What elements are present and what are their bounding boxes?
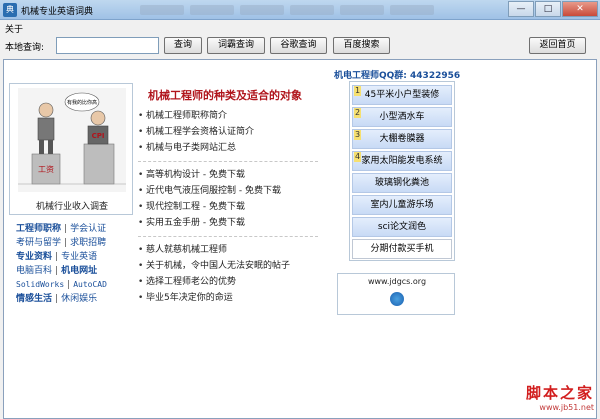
divider bbox=[138, 161, 318, 162]
ad-list-box: 1 45平米小户型装修 2 小型洒水车 3 大棚卷膜器 4 家用太阳能发电系统 玻璃钢化… bbox=[349, 81, 455, 261]
article-group-2: 高等机构设计 - 免费下载 近代电气液压伺服控制 - 免费下载 现代控制工程 -… bbox=[134, 167, 334, 231]
download-link[interactable]: 现代控制工程 - 免费下载 bbox=[134, 199, 334, 215]
google-query-button[interactable]: 谷歌查询 bbox=[270, 37, 327, 54]
home-button[interactable]: 返回首页 bbox=[529, 37, 586, 54]
menu-about[interactable]: 关于 bbox=[5, 22, 23, 35]
income-survey-caption[interactable]: 机械行业收入调查 bbox=[10, 199, 134, 212]
download-link[interactable]: 高等机构设计 - 免费下载 bbox=[134, 167, 334, 183]
featured-article-title[interactable]: 机械工程师的种类及适合的对象 bbox=[148, 87, 334, 103]
link-solidworks[interactable]: SolidWorks bbox=[16, 278, 64, 292]
download-link[interactable]: 实用五金手册 - 免费下载 bbox=[134, 215, 334, 231]
ad-item-installment-phone[interactable]: 分期付款买手机 bbox=[352, 239, 452, 259]
article-link[interactable]: 慈人就慈机械工程师 bbox=[134, 242, 334, 258]
wage-vs-cpi-cartoon: 工资 有我的比你高 CPI bbox=[18, 88, 126, 192]
watermark: 脚本之家 www.jb51.net bbox=[500, 382, 596, 416]
link-emotional-life[interactable]: 情感生活 bbox=[16, 292, 52, 306]
app-icon: 典 bbox=[3, 3, 17, 17]
article-link[interactable]: 机械工程师职称简介 bbox=[134, 108, 334, 124]
ad-item[interactable]: sci论文润色 bbox=[352, 217, 452, 237]
article-link[interactable]: 机械工程学会资格认证简介 bbox=[134, 124, 334, 140]
left-link-list: 工程师职称 | 学会认证 考研与留学 | 求职招聘 专业资料 | 专业英语 电脑百科 | 机电网… bbox=[16, 222, 136, 306]
link-row: 工程师职称 | 学会认证 bbox=[16, 222, 107, 236]
link-row: 专业资料 | 专业英语 bbox=[16, 250, 98, 264]
income-survey-box[interactable]: 工资 有我的比你高 CPI 机械行业收入调查 bbox=[9, 83, 133, 215]
site-link-box[interactable]: www.jdgcs.org bbox=[337, 273, 455, 315]
link-pc-encyclopedia[interactable]: 电脑百科 bbox=[16, 264, 52, 278]
cartoon-cpi-label: CPI bbox=[92, 132, 105, 140]
article-column: 机械工程师的种类及适合的对象 机械工程师职称简介 机械工程学会资格认证简介 机械… bbox=[134, 87, 334, 306]
link-pro-materials[interactable]: 专业资料 bbox=[16, 250, 52, 264]
ad-item[interactable]: 3 大棚卷膜器 bbox=[352, 129, 452, 149]
qq-group-text: 机电工程师QQ群: 44322956 bbox=[334, 71, 461, 81]
ad-item[interactable]: 玻璃钢化粪池 bbox=[352, 173, 452, 193]
link-study-abroad[interactable]: 考研与留学 bbox=[16, 236, 61, 250]
article-link[interactable]: 关于机械，令中国人无法安眠的帖子 bbox=[134, 258, 334, 274]
web-content: 机电工程师QQ群: 44322956 工资 有我的比你高 CPI 机械行业收入调… bbox=[3, 59, 597, 419]
baidu-search-button[interactable]: 百度搜索 bbox=[333, 37, 390, 54]
ciba-query-button[interactable]: 词霸查询 bbox=[207, 37, 265, 54]
link-row: SolidWorks | AutoCAD bbox=[16, 278, 107, 292]
ad-item[interactable]: 1 45平米小户型装修 bbox=[352, 85, 452, 105]
article-link[interactable]: 毕业5年决定你的命运 bbox=[134, 290, 334, 306]
ad-item[interactable]: 2 小型洒水车 bbox=[352, 107, 452, 127]
search-label: 本地查询: bbox=[5, 43, 45, 53]
link-row: 电脑百科 | 机电网址 bbox=[16, 264, 98, 278]
article-link[interactable]: 机械与电子类网站汇总 bbox=[134, 140, 334, 156]
blurred-taskbar-area bbox=[140, 3, 480, 17]
title-bar: 典 机械专业英语词典 — □ ✕ bbox=[0, 0, 600, 20]
link-row: 考研与留学 | 求职招聘 bbox=[16, 236, 107, 250]
cartoon-bubble-text: 有我的比你高 bbox=[67, 99, 97, 106]
maximize-button[interactable]: □ bbox=[535, 1, 561, 17]
link-autocad[interactable]: AutoCAD bbox=[73, 278, 107, 292]
watermark-url: www.jb51.net bbox=[539, 403, 594, 412]
search-input[interactable] bbox=[56, 37, 159, 54]
cartoon-wage-label: 工资 bbox=[38, 164, 54, 174]
article-link[interactable]: 选择工程师老公的优势 bbox=[134, 274, 334, 290]
ad-item[interactable]: 室内儿童游乐场 bbox=[352, 195, 452, 215]
divider bbox=[138, 236, 318, 237]
link-society-cert[interactable]: 学会认证 bbox=[70, 222, 106, 236]
minimize-button[interactable]: — bbox=[508, 1, 534, 17]
link-row: 情感生活 | 休闲娱乐 bbox=[16, 292, 98, 306]
site-url[interactable]: www.jdgcs.org bbox=[338, 277, 456, 286]
globe-icon bbox=[390, 292, 404, 306]
article-group-3: 慈人就慈机械工程师 关于机械，令中国人无法安眠的帖子 选择工程师老公的优势 毕业… bbox=[134, 242, 334, 306]
window-controls: — □ ✕ bbox=[507, 1, 598, 19]
ad-item[interactable]: 4 家用太阳能发电系统 bbox=[352, 151, 452, 171]
link-leisure[interactable]: 休闲娱乐 bbox=[61, 292, 97, 306]
link-pro-english[interactable]: 专业英语 bbox=[61, 250, 97, 264]
link-jobs[interactable]: 求职招聘 bbox=[70, 236, 106, 250]
download-link[interactable]: 近代电气液压伺服控制 - 免费下载 bbox=[134, 183, 334, 199]
watermark-main: 脚本之家 bbox=[525, 384, 594, 402]
link-engineer-title[interactable]: 工程师职称 bbox=[16, 222, 61, 236]
window-title: 机械专业英语词典 bbox=[21, 7, 94, 17]
query-button[interactable]: 查询 bbox=[164, 37, 202, 54]
close-button[interactable]: ✕ bbox=[562, 1, 598, 17]
menu-bar: 关于 bbox=[0, 20, 600, 35]
search-toolbar: 本地查询: 查询 词霸查询 谷歌查询 百度搜索 返回首页 bbox=[0, 35, 600, 57]
article-group-1: 机械工程师职称简介 机械工程学会资格认证简介 机械与电子类网站汇总 bbox=[134, 108, 334, 156]
link-me-sites[interactable]: 机电网址 bbox=[61, 264, 97, 278]
